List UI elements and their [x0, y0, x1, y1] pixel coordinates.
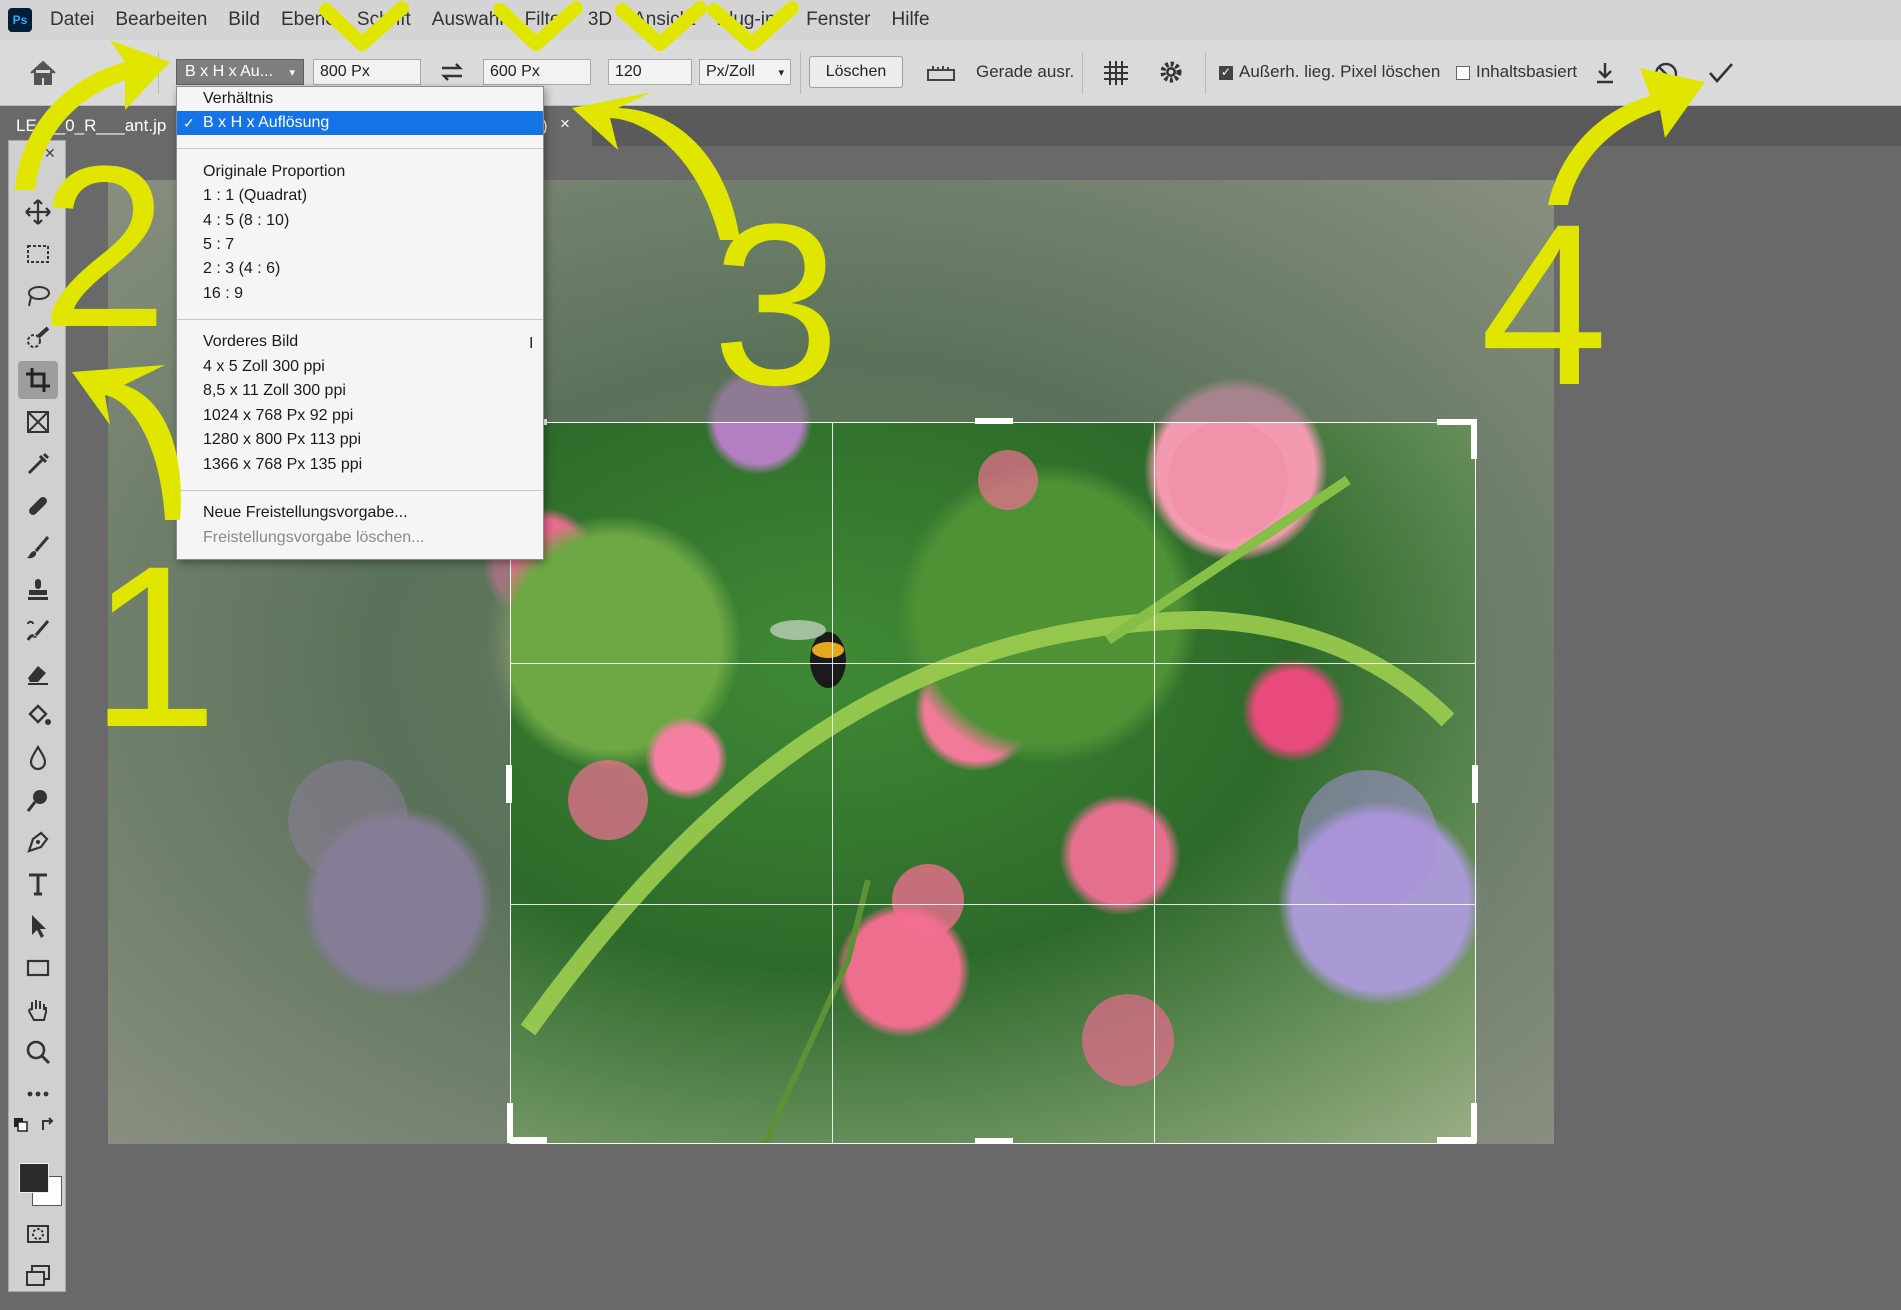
annotation-check-mark	[493, 1, 583, 51]
annotation-step-4: 4	[1480, 176, 1608, 433]
annotation-step-2: 2	[40, 118, 168, 375]
annotation-step-3: 3	[712, 176, 840, 433]
annotation-check-mark	[707, 1, 799, 51]
annotation-check-mark	[319, 1, 409, 51]
annotation-step-1: 1	[90, 518, 218, 775]
annotation-overlay	[15, 1, 1705, 520]
annotation-check-mark	[615, 1, 707, 51]
annotation-arrow-1	[72, 365, 181, 520]
photoshop-window: Ps Datei Bearbeiten Bild Ebene Schrift A…	[0, 0, 1901, 1310]
